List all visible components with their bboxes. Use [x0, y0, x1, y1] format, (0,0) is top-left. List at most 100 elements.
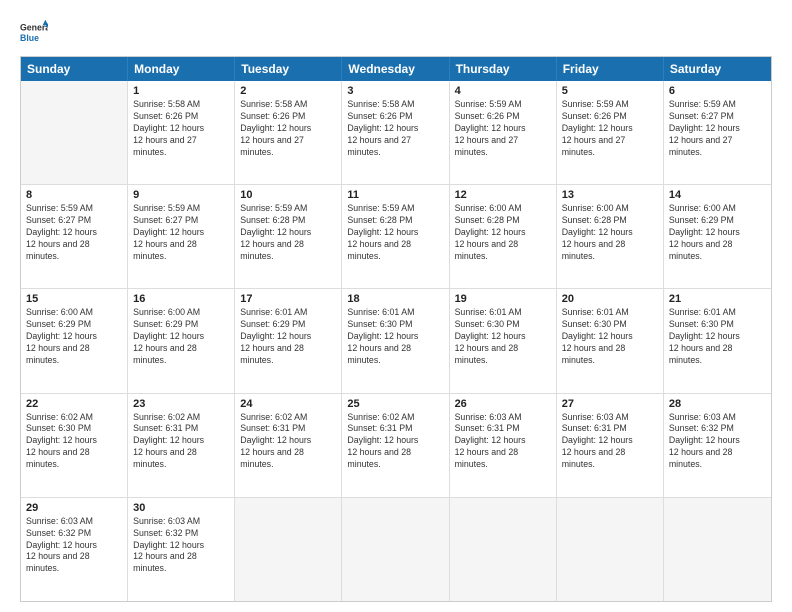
cal-cell: 29Sunrise: 6:03 AMSunset: 6:32 PMDayligh… [21, 498, 128, 601]
logo: General Blue [20, 18, 52, 46]
cell-text: Sunrise: 6:01 AMSunset: 6:30 PMDaylight:… [669, 307, 766, 366]
top-section: General Blue [20, 18, 772, 46]
calendar: SundayMondayTuesdayWednesdayThursdayFrid… [20, 56, 772, 602]
header-day-sunday: Sunday [21, 57, 128, 81]
cal-cell: 3 Sunrise: 5:58 AMSunset: 6:26 PMDaylight… [342, 81, 449, 184]
cell-text: Sunrise: 6:02 AMSunset: 6:31 PMDaylight:… [240, 412, 336, 471]
cal-cell: 30 Sunrise: 6:03 AMSunset: 6:32 PMDayligh… [128, 498, 235, 601]
day-number: 18 [347, 293, 443, 305]
day-number: 17 [240, 293, 336, 305]
cal-cell: 18 Sunrise: 6:01 AMSunset: 6:30 PMDayligh… [342, 289, 449, 392]
day-number: 6 [669, 85, 766, 97]
cell-text: Sunrise: 5:59 AMSunset: 6:28 PMDaylight:… [240, 203, 336, 262]
cell-text: Sunrise: 6:02 AMSunset: 6:30 PMDaylight:… [26, 412, 122, 471]
cell-text: Sunrise: 6:03 AMSunset: 6:31 PMDaylight:… [455, 412, 551, 471]
day-number: 28 [669, 398, 766, 410]
cal-cell: 5 Sunrise: 5:59 AMSunset: 6:26 PMDaylight… [557, 81, 664, 184]
day-number: 1 [133, 85, 229, 97]
day-number: 19 [455, 293, 551, 305]
cell-text: Sunrise: 6:00 AMSunset: 6:29 PMDaylight:… [133, 307, 229, 366]
svg-text:Blue: Blue [20, 33, 39, 43]
cell-text: Sunrise: 6:01 AMSunset: 6:30 PMDaylight:… [562, 307, 658, 366]
cell-text: Sunrise: 6:00 AMSunset: 6:29 PMDaylight:… [669, 203, 766, 262]
day-number: 26 [455, 398, 551, 410]
cell-text: Sunrise: 5:59 AMSunset: 6:26 PMDaylight:… [455, 99, 551, 158]
calendar-row-4: 29Sunrise: 6:03 AMSunset: 6:32 PMDayligh… [21, 497, 771, 601]
day-number: 11 [347, 189, 443, 201]
cell-text: Sunrise: 6:01 AMSunset: 6:30 PMDaylight:… [455, 307, 551, 366]
cal-cell [342, 498, 449, 601]
cal-cell: 24 Sunrise: 6:02 AMSunset: 6:31 PMDayligh… [235, 394, 342, 497]
cal-cell: 11 Sunrise: 5:59 AMSunset: 6:28 PMDayligh… [342, 185, 449, 288]
cal-cell: 14Sunrise: 6:00 AMSunset: 6:29 PMDayligh… [664, 185, 771, 288]
cal-cell: 16 Sunrise: 6:00 AMSunset: 6:29 PMDayligh… [128, 289, 235, 392]
cal-cell: 22 Sunrise: 6:02 AMSunset: 6:30 PMDayligh… [21, 394, 128, 497]
cal-cell: 21 Sunrise: 6:01 AMSunset: 6:30 PMDayligh… [664, 289, 771, 392]
day-number: 5 [562, 85, 658, 97]
header-day-thursday: Thursday [450, 57, 557, 81]
header-day-friday: Friday [557, 57, 664, 81]
day-number: 10 [240, 189, 336, 201]
cal-cell: 26 Sunrise: 6:03 AMSunset: 6:31 PMDayligh… [450, 394, 557, 497]
day-number: 20 [562, 293, 658, 305]
header-day-tuesday: Tuesday [235, 57, 342, 81]
cal-cell: 4 Sunrise: 5:59 AMSunset: 6:26 PMDaylight… [450, 81, 557, 184]
cal-cell [450, 498, 557, 601]
cal-cell: 28Sunrise: 6:03 AMSunset: 6:32 PMDayligh… [664, 394, 771, 497]
day-number: 21 [669, 293, 766, 305]
cal-cell: 19 Sunrise: 6:01 AMSunset: 6:30 PMDayligh… [450, 289, 557, 392]
header-day-saturday: Saturday [664, 57, 771, 81]
cal-cell: 20 Sunrise: 6:01 AMSunset: 6:30 PMDayligh… [557, 289, 664, 392]
cal-cell [235, 498, 342, 601]
cell-text: Sunrise: 5:59 AMSunset: 6:27 PMDaylight:… [133, 203, 229, 262]
cell-text: Sunrise: 6:01 AMSunset: 6:29 PMDaylight:… [240, 307, 336, 366]
cell-text: Sunrise: 6:01 AMSunset: 6:30 PMDaylight:… [347, 307, 443, 366]
day-number: 24 [240, 398, 336, 410]
cal-cell [557, 498, 664, 601]
logo-icon: General Blue [20, 18, 48, 46]
calendar-row-2: 15 Sunrise: 6:00 AMSunset: 6:29 PMDayligh… [21, 288, 771, 392]
calendar-row-3: 22 Sunrise: 6:02 AMSunset: 6:30 PMDayligh… [21, 393, 771, 497]
cell-text: Sunrise: 6:00 AMSunset: 6:28 PMDaylight:… [562, 203, 658, 262]
cell-text: Sunrise: 6:03 AMSunset: 6:32 PMDaylight:… [133, 516, 229, 575]
day-number: 3 [347, 85, 443, 97]
day-number: 9 [133, 189, 229, 201]
day-number: 2 [240, 85, 336, 97]
cal-cell [21, 81, 128, 184]
cal-cell: 15Sunrise: 6:00 AMSunset: 6:29 PMDayligh… [21, 289, 128, 392]
header-day-monday: Monday [128, 57, 235, 81]
day-number: 4 [455, 85, 551, 97]
cal-cell: 9 Sunrise: 5:59 AMSunset: 6:27 PMDaylight… [128, 185, 235, 288]
day-number: 27 [562, 398, 658, 410]
cell-text: Sunrise: 5:59 AMSunset: 6:28 PMDaylight:… [347, 203, 443, 262]
day-number: 13 [562, 189, 658, 201]
header-day-wednesday: Wednesday [342, 57, 449, 81]
day-number: 16 [133, 293, 229, 305]
cal-cell [664, 498, 771, 601]
cal-cell: 17 Sunrise: 6:01 AMSunset: 6:29 PMDayligh… [235, 289, 342, 392]
day-number: 15 [26, 293, 122, 305]
cell-text: Sunrise: 5:59 AMSunset: 6:26 PMDaylight:… [562, 99, 658, 158]
calendar-header: SundayMondayTuesdayWednesdayThursdayFrid… [21, 57, 771, 81]
day-number: 22 [26, 398, 122, 410]
cal-cell: 23 Sunrise: 6:02 AMSunset: 6:31 PMDayligh… [128, 394, 235, 497]
day-number: 23 [133, 398, 229, 410]
calendar-row-0: 1 Sunrise: 5:58 AMSunset: 6:26 PMDaylight… [21, 81, 771, 184]
cal-cell: 13 Sunrise: 6:00 AMSunset: 6:28 PMDayligh… [557, 185, 664, 288]
calendar-row-1: 8Sunrise: 5:59 AMSunset: 6:27 PMDaylight… [21, 184, 771, 288]
page: General Blue SundayMondayTuesdayWednesda… [0, 0, 792, 612]
cell-text: Sunrise: 6:02 AMSunset: 6:31 PMDaylight:… [347, 412, 443, 471]
cell-text: Sunrise: 6:02 AMSunset: 6:31 PMDaylight:… [133, 412, 229, 471]
day-number: 25 [347, 398, 443, 410]
cell-text: Sunrise: 5:58 AMSunset: 6:26 PMDaylight:… [240, 99, 336, 158]
cell-text: Sunrise: 5:58 AMSunset: 6:26 PMDaylight:… [347, 99, 443, 158]
day-number: 12 [455, 189, 551, 201]
cell-text: Sunrise: 5:59 AMSunset: 6:27 PMDaylight:… [669, 99, 766, 158]
cal-cell: 2 Sunrise: 5:58 AMSunset: 6:26 PMDaylight… [235, 81, 342, 184]
cell-text: Sunrise: 6:03 AMSunset: 6:32 PMDaylight:… [26, 516, 122, 575]
cal-cell: 12Sunrise: 6:00 AMSunset: 6:28 PMDayligh… [450, 185, 557, 288]
cal-cell: 1Sunrise: 5:58 AMSunset: 6:26 PMDaylight… [128, 81, 235, 184]
cal-cell: 8Sunrise: 5:59 AMSunset: 6:27 PMDaylight… [21, 185, 128, 288]
day-number: 30 [133, 502, 229, 514]
cal-cell: 27Sunrise: 6:03 AMSunset: 6:31 PMDayligh… [557, 394, 664, 497]
